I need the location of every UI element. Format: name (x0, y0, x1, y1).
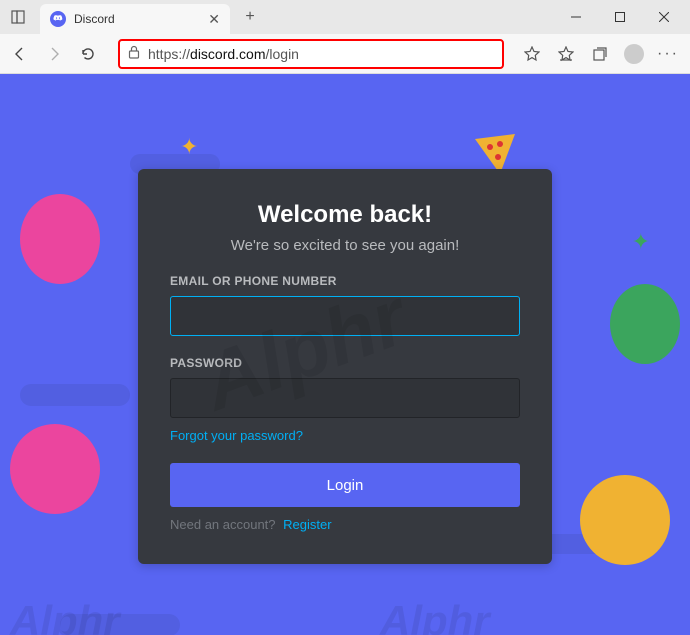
browser-tab[interactable]: Discord ✕ (40, 4, 230, 34)
favorites-icon[interactable] (556, 44, 576, 64)
url-host: discord.com (190, 46, 265, 62)
password-input[interactable] (170, 378, 520, 418)
login-subtitle: We're so excited to see you again! (170, 237, 520, 254)
page-content: ✦ ✦ ✦ Welcome back! We're so excited to … (0, 74, 690, 635)
login-button[interactable]: Login (170, 463, 520, 507)
register-row: Need an account? Register (170, 517, 520, 532)
character-illustration (610, 284, 680, 364)
lock-icon (128, 45, 140, 62)
login-card: Welcome back! We're so excited to see yo… (138, 169, 552, 564)
maximize-button[interactable] (600, 2, 640, 32)
back-button[interactable] (8, 42, 32, 66)
need-account-text: Need an account? (170, 517, 276, 532)
forward-button[interactable] (42, 42, 66, 66)
email-input[interactable] (170, 296, 520, 336)
forgot-password-link[interactable]: Forgot your password? (170, 428, 520, 443)
url-text: https://discord.com/login (148, 46, 299, 62)
collections-icon[interactable] (590, 44, 610, 64)
character-illustration (580, 475, 670, 565)
tab-actions-button[interactable] (6, 5, 30, 29)
character-illustration (10, 424, 100, 514)
login-title: Welcome back! (170, 201, 520, 229)
profile-avatar[interactable] (624, 44, 644, 64)
window-controls (556, 2, 684, 32)
new-tab-button[interactable]: + (236, 3, 264, 31)
character-illustration (20, 194, 100, 284)
address-bar[interactable]: https://discord.com/login (118, 39, 504, 69)
email-label: EMAIL OR PHONE NUMBER (170, 274, 520, 288)
tab-strip: Discord ✕ + (6, 0, 556, 34)
more-menu-button[interactable]: ··· (658, 44, 678, 64)
favorite-star-icon[interactable] (522, 44, 542, 64)
browser-toolbar: https://discord.com/login ··· (0, 34, 690, 74)
minimize-button[interactable] (556, 2, 596, 32)
register-link[interactable]: Register (283, 517, 331, 532)
tab-title: Discord (74, 12, 115, 26)
password-label: PASSWORD (170, 356, 520, 370)
url-scheme: https:// (148, 46, 190, 62)
refresh-button[interactable] (76, 42, 100, 66)
toolbar-actions: ··· (522, 44, 682, 64)
close-window-button[interactable] (644, 2, 684, 32)
close-tab-icon[interactable]: ✕ (208, 11, 220, 28)
browser-titlebar: Discord ✕ + (0, 0, 690, 34)
url-path: /login (266, 46, 299, 62)
discord-favicon (50, 11, 66, 27)
